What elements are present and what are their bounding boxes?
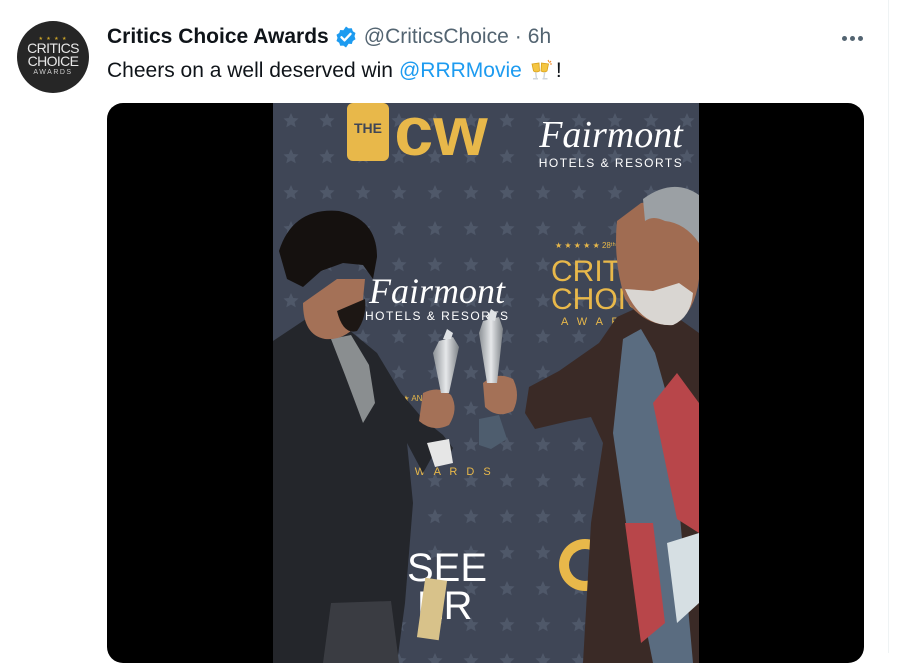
tweet-text-body: Cheers on a well deserved win — [107, 59, 393, 82]
user-handle[interactable]: @CriticsChoice — [364, 24, 509, 50]
tweet-text-end: ! — [555, 59, 562, 82]
avatar-line-choice: CHOICE — [27, 53, 79, 69]
video-frame[interactable]: THE cw Fairmont HOTELS & RESORTS ★ ★ ★ ★… — [273, 103, 699, 663]
cw-big-text: cw — [394, 103, 488, 170]
tweet-header: Critics Choice Awards @CriticsChoice · 6… — [107, 24, 551, 50]
tweet-text: Cheers on a well deserved win @RRRMovie … — [107, 58, 562, 84]
cw-small-text: THE — [354, 120, 382, 136]
verified-badge-icon — [334, 25, 358, 49]
cw-logo: THE cw — [347, 103, 488, 170]
fairmont-mid-logo: Fairmont — [368, 271, 506, 311]
clinking-glasses-emoji-icon — [528, 59, 554, 83]
tweet-timestamp[interactable]: 6h — [528, 24, 551, 50]
display-name[interactable]: Critics Choice Awards — [107, 24, 329, 50]
avatar-line-awards: AWARDS — [33, 69, 73, 76]
tweet-media-video[interactable]: THE cw Fairmont HOTELS & RESORTS ★ ★ ★ ★… — [107, 103, 864, 663]
fairmont-top-subtitle: HOTELS & RESORTS — [539, 156, 683, 170]
center-awards-text: A W A R D S — [399, 466, 494, 478]
mention-link[interactable]: @RRRMovie — [399, 58, 522, 84]
avatar[interactable]: ★ ★ ★ ★ CRITICS CHOICE AWARDS — [17, 21, 89, 93]
separator-dot: · — [514, 25, 522, 48]
fairmont-top-logo: Fairmont — [538, 114, 684, 156]
more-options-icon[interactable] — [836, 22, 868, 54]
tweet-card[interactable]: ★ ★ ★ ★ CRITICS CHOICE AWARDS Critics Ch… — [0, 0, 889, 663]
